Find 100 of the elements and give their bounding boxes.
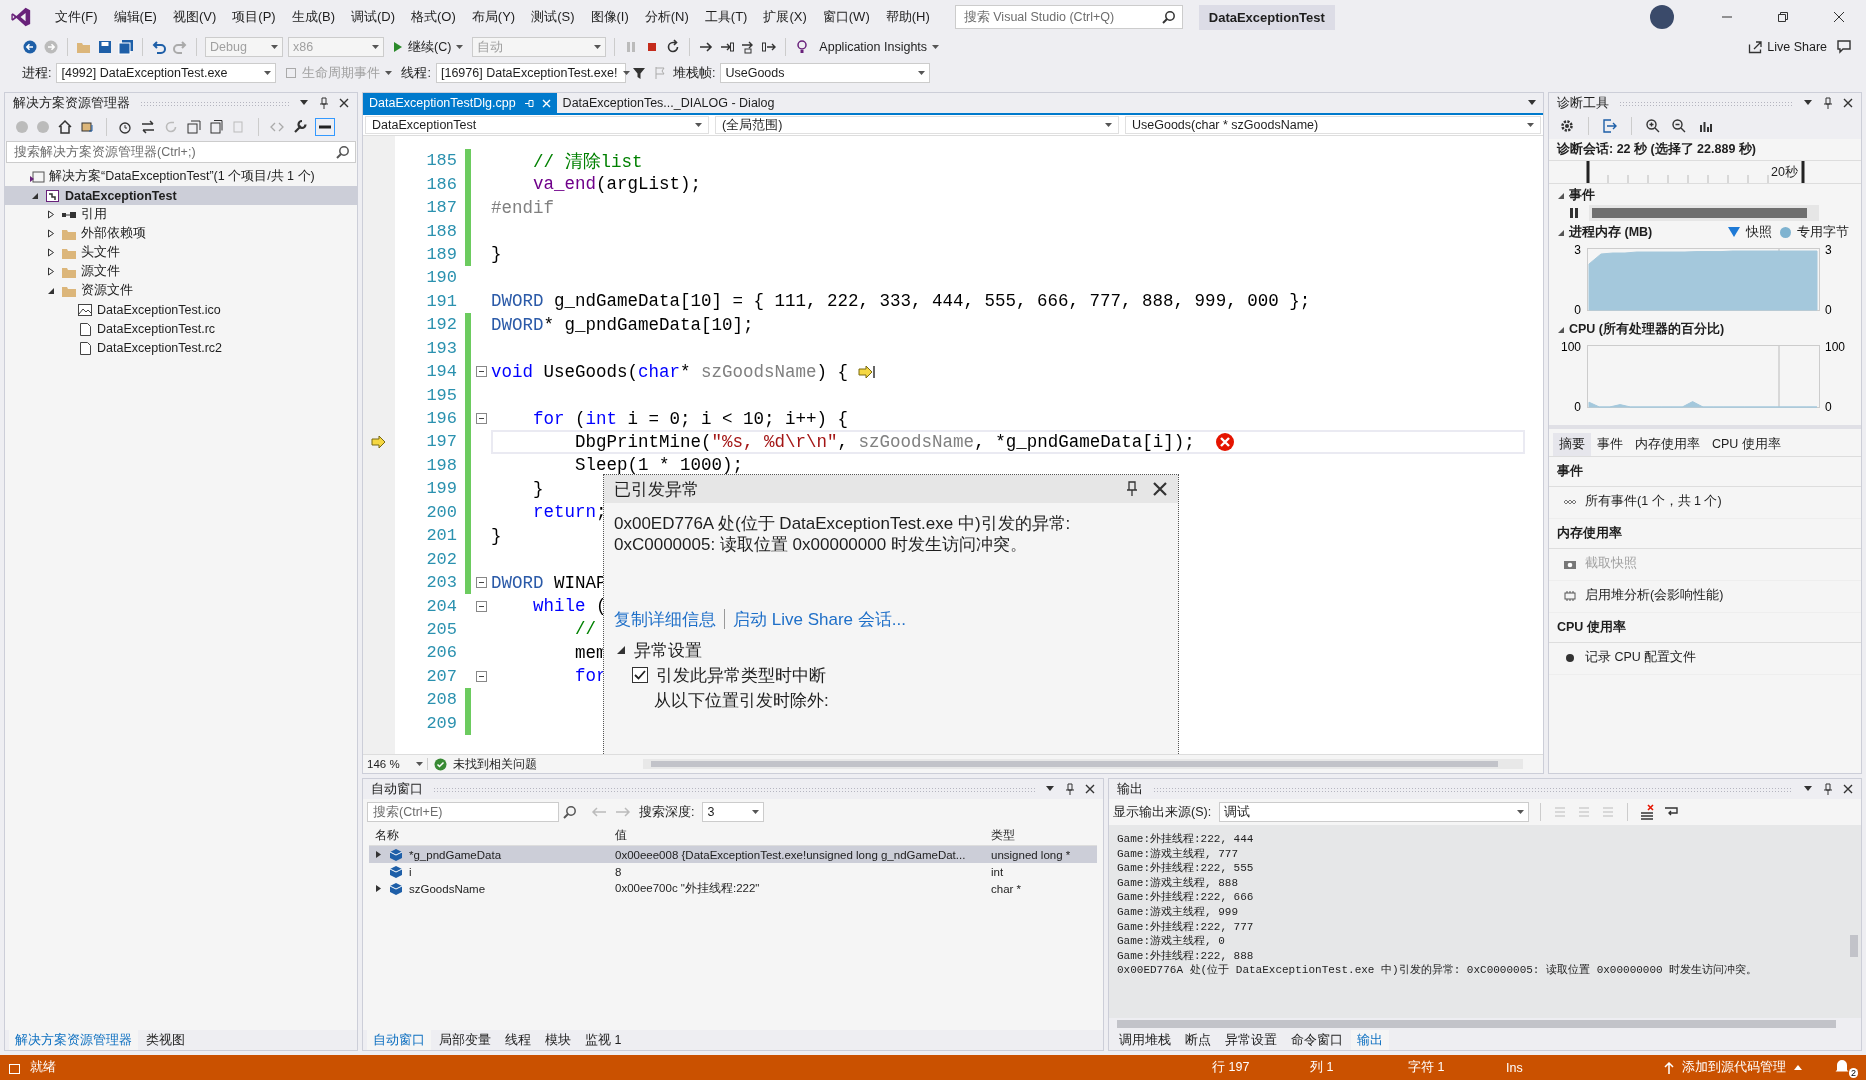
menu-item[interactable]: 帮助(H) <box>878 8 937 26</box>
menu-item[interactable]: 调试(D) <box>344 8 403 26</box>
menu-item[interactable]: 布局(Y) <box>464 8 523 26</box>
wrench-icon[interactable] <box>292 119 308 135</box>
caret-icon[interactable] <box>416 762 423 766</box>
caret-icon[interactable] <box>1105 123 1112 127</box>
panel-tab[interactable]: 命令窗口 <box>1285 1030 1349 1050</box>
close-icon[interactable] <box>1833 11 1845 23</box>
popup-link[interactable]: 启动 Live Share 会话... <box>733 607 906 631</box>
horizontal-scrollbar[interactable] <box>643 759 1523 769</box>
caret-icon[interactable] <box>752 810 760 814</box>
panel-tab[interactable]: 解决方案资源管理器 <box>9 1030 138 1050</box>
pin-icon[interactable] <box>1823 783 1833 795</box>
diagnostics-tab[interactable]: 事件 <box>1591 433 1629 456</box>
column-header[interactable]: 类型 <box>987 827 1097 843</box>
caret-icon[interactable] <box>1517 810 1525 814</box>
close-icon[interactable] <box>1843 98 1853 108</box>
expanded-arrow-icon[interactable] <box>616 645 626 655</box>
editor-tab[interactable]: DataExceptionTestDlg.cpp <box>363 93 557 113</box>
menu-item[interactable]: 测试(S) <box>524 8 582 26</box>
tree-item[interactable]: DataExceptionTest.rc2 <box>5 338 357 357</box>
copy-icon[interactable] <box>209 119 225 135</box>
tree-item[interactable]: 资源文件 <box>5 281 357 300</box>
pin-icon[interactable] <box>319 97 329 109</box>
menu-item[interactable]: 格式(O) <box>404 8 463 26</box>
panel-tab[interactable]: 异常设置 <box>1219 1030 1283 1050</box>
source-control-button[interactable]: 添加到源代码管理 <box>1664 1059 1802 1076</box>
collapsed-arrow-icon[interactable] <box>47 229 55 238</box>
diagnostics-action[interactable]: 所有事件(1 个，共 1 个) <box>1585 493 1722 510</box>
continue-button[interactable]: 继续(C) <box>389 36 468 58</box>
caret-icon[interactable] <box>264 71 272 75</box>
dropdown-icon[interactable] <box>1045 785 1055 793</box>
collapse-icon[interactable] <box>475 577 487 589</box>
run-to-cursor-icon[interactable] <box>858 364 877 379</box>
step-into-icon[interactable] <box>719 39 736 55</box>
switch-arrows-icon[interactable] <box>140 119 156 135</box>
member-dropdown[interactable]: UseGoods(char * szGoodsName) <box>1125 116 1541 134</box>
save-all-icon[interactable] <box>118 39 134 55</box>
column-header[interactable]: 值 <box>611 827 987 843</box>
close-icon[interactable] <box>1085 784 1095 794</box>
undo-icon[interactable] <box>151 39 167 55</box>
menu-item[interactable]: 项目(P) <box>225 8 283 26</box>
tree-item[interactable]: DataExceptionTest.ico <box>5 300 357 319</box>
zoom-dropdown[interactable]: 146 % <box>363 758 428 770</box>
live-share-button[interactable]: Live Share <box>1744 36 1831 58</box>
search-field[interactable]: 搜索解决方案资源管理器(Ctrl+;) <box>6 141 356 163</box>
panel-tab[interactable]: 自动窗口 <box>367 1030 431 1050</box>
pin-icon[interactable] <box>1823 97 1833 109</box>
preview-icon[interactable] <box>315 118 335 136</box>
panel-tab[interactable]: 类视图 <box>140 1030 191 1050</box>
caret-icon[interactable] <box>1527 123 1534 127</box>
dropdown-icon[interactable] <box>1803 99 1813 107</box>
diagnostics-tab[interactable]: CPU 使用率 <box>1706 433 1787 456</box>
zoom-in-icon[interactable] <box>1645 118 1661 134</box>
events-track[interactable] <box>1589 205 1819 221</box>
output-source-dropdown[interactable]: 调试 <box>1219 802 1530 822</box>
tree-item[interactable]: 解决方案“DataExceptionTest”(1 个项目/共 1 个) <box>5 167 357 186</box>
menu-item[interactable]: 编辑(E) <box>106 8 164 26</box>
step-out-icon[interactable] <box>761 39 778 55</box>
expanded-arrow-icon[interactable] <box>1557 191 1565 200</box>
dropdown-icon[interactable] <box>1527 99 1537 107</box>
application-insights-button[interactable]: Application Insights <box>815 36 944 58</box>
caret-icon[interactable] <box>695 123 702 127</box>
panel-tab[interactable]: 断点 <box>1179 1030 1217 1050</box>
stack-frame-dropdown[interactable]: UseGoods <box>720 63 931 83</box>
restore-icon[interactable] <box>1777 11 1789 23</box>
process-dropdown[interactable]: [4992] DataExceptionTest.exe <box>56 63 277 83</box>
collapse-all-icon[interactable] <box>186 119 202 135</box>
close-icon[interactable] <box>1843 784 1853 794</box>
popup-link[interactable]: 复制详细信息 <box>614 607 716 631</box>
tree-item[interactable]: 引用 <box>5 205 357 224</box>
collapsed-arrow-icon[interactable] <box>47 267 55 276</box>
menu-item[interactable]: 视图(V) <box>165 8 224 26</box>
panel-tab[interactable]: 输出 <box>1351 1030 1389 1050</box>
panel-tab[interactable]: 局部变量 <box>433 1030 497 1050</box>
panel-tab[interactable]: 模块 <box>539 1030 577 1050</box>
expand-arrow-icon[interactable] <box>375 850 382 859</box>
search-field[interactable]: 搜索(Ctrl+E) <box>367 802 559 822</box>
collapsed-arrow-icon[interactable] <box>47 210 55 219</box>
export-icon[interactable] <box>1602 118 1618 134</box>
zoom-out-icon[interactable] <box>1671 118 1687 134</box>
variable-row[interactable]: szGoodsName 0x00ee700c "外挂线程:222" char * <box>369 880 1097 897</box>
caret-icon[interactable] <box>932 45 940 49</box>
variable-row[interactable]: *g_pndGameData 0x00eee008 {DataExceptionTest.exe!unsigned long g_ndGameDat... unsigned long * <box>369 846 1097 863</box>
collapse-icon[interactable] <box>475 413 487 425</box>
column-header[interactable]: 名称 <box>369 827 611 843</box>
search-depth-dropdown[interactable]: 3 <box>702 802 765 822</box>
search-field[interactable]: 搜索 Visual Studio (Ctrl+Q) <box>954 5 1183 29</box>
tree-item[interactable]: DataExceptionTest.rc <box>5 319 357 338</box>
caret-icon[interactable] <box>623 71 631 75</box>
project-dropdown[interactable]: DataExceptionTest <box>365 116 709 134</box>
bell-icon[interactable] <box>1834 1057 1850 1074</box>
tree-item[interactable]: 头文件 <box>5 243 357 262</box>
menu-item[interactable]: 窗口(W) <box>815 8 877 26</box>
dropdown-icon[interactable] <box>299 99 309 107</box>
menu-item[interactable]: 扩展(X) <box>756 8 814 26</box>
tree-item[interactable]: DataExceptionTest <box>5 186 357 205</box>
menu-item[interactable]: 图像(I) <box>583 8 636 26</box>
collapse-icon[interactable] <box>475 600 487 612</box>
horizontal-scrollbar[interactable] <box>1109 1018 1861 1030</box>
